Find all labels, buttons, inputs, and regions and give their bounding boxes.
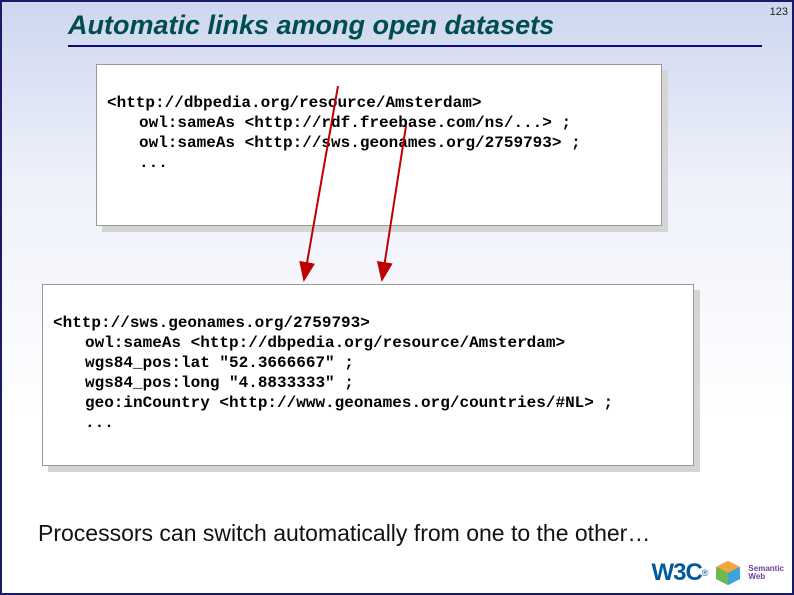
w3c-logo-text: W3C — [651, 559, 701, 587]
code2-line6: ... — [53, 413, 683, 433]
code-block-1: <http://dbpedia.org/resource/Amsterdam> … — [96, 64, 662, 226]
w3c-logo: W3C® — [651, 559, 708, 587]
caption-text: Processors can switch automatically from… — [38, 520, 650, 547]
semantic-web-logo-text: Semantic Web — [748, 565, 784, 581]
code2-line1: <http://sws.geonames.org/2759793> — [53, 314, 370, 332]
code1-line2: owl:sameAs <http://rdf.freebase.com/ns/.… — [107, 113, 651, 133]
w3c-trademark: ® — [702, 568, 709, 578]
code-block-2: <http://sws.geonames.org/2759793> owl:sa… — [42, 284, 694, 466]
slide-number: 123 — [770, 6, 788, 18]
code2-line4: wgs84_pos:long "4.8833333" ; — [53, 373, 683, 393]
code1-line1: <http://dbpedia.org/resource/Amsterdam> — [107, 94, 481, 112]
semantic-web-logo-icon — [714, 559, 742, 587]
code2-line5: geo:inCountry <http://www.geonames.org/c… — [53, 393, 683, 413]
code2-line3: wgs84_pos:lat "52.3666667" ; — [53, 353, 683, 373]
code2-line2: owl:sameAs <http://dbpedia.org/resource/… — [53, 333, 683, 353]
code1-line4: ... — [107, 153, 651, 173]
semantic-web-text-2: Web — [748, 573, 784, 581]
footer-logos: W3C® Semantic Web — [651, 559, 784, 587]
page-title: Automatic links among open datasets — [68, 10, 762, 47]
code1-line3: owl:sameAs <http://sws.geonames.org/2759… — [107, 133, 651, 153]
